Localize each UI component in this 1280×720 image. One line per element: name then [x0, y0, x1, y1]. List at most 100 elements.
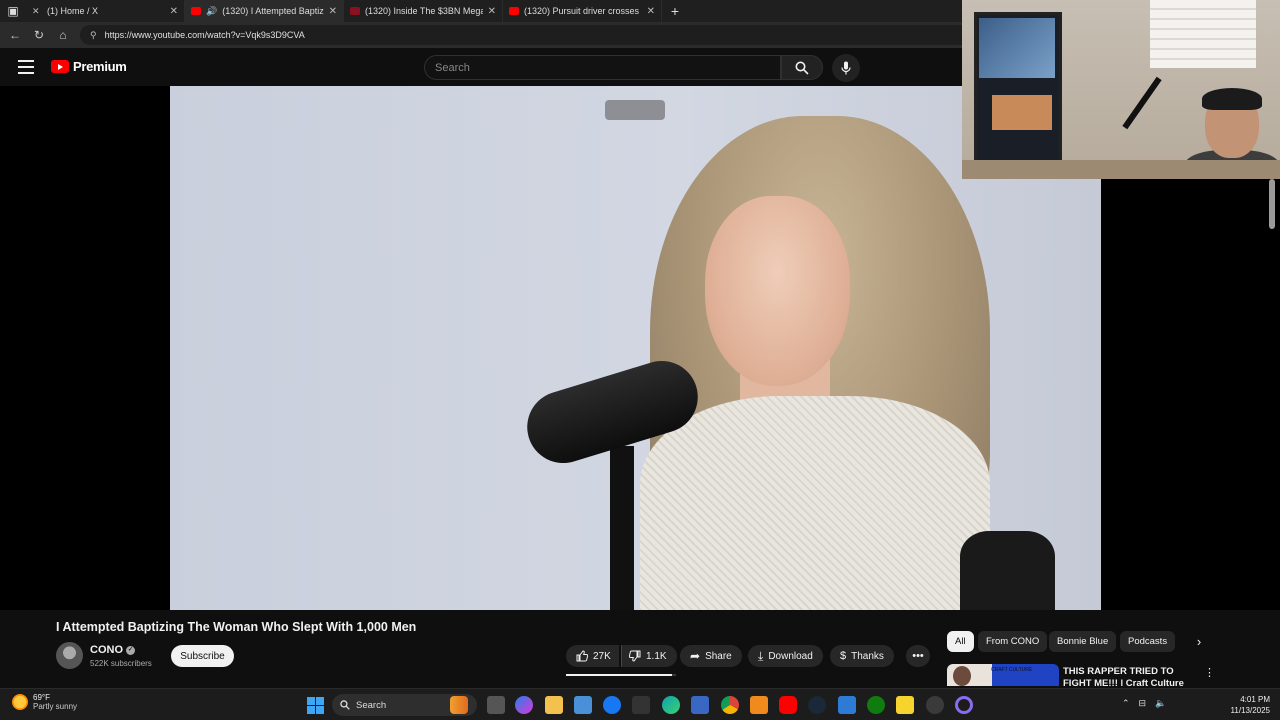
monitor-screen — [979, 18, 1055, 78]
video-person-shirt — [640, 396, 990, 610]
url-text: https://www.youtube.com/watch?v=Vqk9s3D9… — [104, 30, 305, 40]
download-button[interactable]: ⤓ Download — [748, 645, 823, 667]
recommendation-title[interactable]: THIS RAPPER TRIED TO FIGHT ME!!! | Craft… — [1063, 666, 1203, 686]
network-icon[interactable]: ⊟ — [1139, 698, 1147, 709]
calculator-icon[interactable] — [691, 696, 709, 714]
recommendation-menu-icon[interactable]: ⋮ — [1204, 666, 1215, 679]
share-button[interactable]: ➦ Share — [680, 645, 742, 667]
system-tray: ⌃ ⊟ 🔈 — [1122, 698, 1166, 709]
youtube-app-icon[interactable] — [779, 696, 797, 714]
clock[interactable]: 4:01 PM 11/13/2025 — [1220, 694, 1270, 716]
partly-sunny-icon — [12, 694, 28, 710]
search-highlight-icon[interactable] — [450, 696, 468, 714]
subscriber-count: 522K subscribers — [90, 659, 152, 668]
close-tab-icon[interactable]: ✕ — [488, 6, 496, 17]
search-input[interactable] — [435, 61, 780, 74]
amazon-icon[interactable] — [632, 696, 650, 714]
thanks-button[interactable]: $ Thanks — [830, 645, 894, 667]
volume-icon[interactable]: 🔈 — [1155, 698, 1166, 709]
tab-youtube-baptizing[interactable]: 🔊 (1320) I Attempted Baptizing ✕ — [185, 0, 344, 22]
chevron-right-icon[interactable]: › — [1190, 633, 1208, 651]
close-tab-icon[interactable]: ✕ — [647, 6, 655, 17]
speaker-icon[interactable]: 🔊 — [206, 6, 217, 17]
microphone-icon — [841, 61, 851, 75]
chevron-up-icon[interactable]: ⌃ — [1122, 698, 1130, 709]
obs-icon[interactable] — [926, 696, 944, 714]
tab-title: (1320) I Attempted Baptizing — [222, 6, 324, 16]
site-info-icon[interactable]: ⚲ — [90, 30, 97, 41]
cortana-icon[interactable] — [955, 696, 973, 714]
facebook-icon[interactable] — [603, 696, 621, 714]
video-mic-stand — [610, 446, 634, 610]
dislike-count: 1.1K — [646, 650, 667, 662]
video-person-face — [705, 196, 850, 386]
close-tab-icon[interactable]: ✕ — [329, 6, 337, 17]
xbox-icon[interactable] — [867, 696, 885, 714]
file-explorer-icon[interactable] — [545, 696, 563, 714]
window-blinds — [1150, 0, 1256, 68]
reload-button[interactable]: ↻ — [28, 24, 50, 46]
download-icon: ⤓ — [758, 648, 764, 663]
page-scrollbar[interactable] — [1268, 179, 1276, 679]
edge-browser-icon[interactable] — [662, 696, 680, 714]
weather-condition: Partly sunny — [33, 702, 78, 711]
more-actions-button[interactable]: ••• — [906, 645, 930, 667]
chip-bonnie-blue[interactable]: Bonnie Blue — [1049, 631, 1117, 652]
back-button[interactable]: ← — [4, 24, 26, 46]
like-button[interactable]: 27K — [566, 645, 619, 667]
thumbs-down-icon — [629, 650, 641, 662]
logo-text: Premium — [73, 59, 127, 74]
task-view-icon[interactable] — [487, 696, 505, 714]
monitor-screen-video — [992, 95, 1052, 130]
chip-all[interactable]: All — [947, 631, 974, 652]
settings-app-icon[interactable] — [838, 696, 856, 714]
search-icon — [795, 61, 809, 75]
share-label: Share — [705, 650, 732, 662]
tab-youtube-pursuit[interactable]: (1320) Pursuit driver crosses into ✕ — [503, 0, 662, 22]
chrome-icon[interactable] — [721, 696, 739, 714]
weather-widget[interactable]: 69°F Partly sunny — [12, 693, 77, 711]
tab-title: (1) Home / X — [47, 6, 99, 16]
like-ratio-fill — [566, 674, 672, 676]
tab-x-home[interactable]: ✕ (1) Home / X ✕ — [26, 0, 185, 22]
search-button[interactable] — [781, 55, 823, 80]
download-label: Download — [768, 650, 813, 662]
mic-arm — [1122, 76, 1162, 130]
window-menu-icon[interactable]: ▣ — [0, 0, 26, 22]
steam-icon[interactable] — [808, 696, 826, 714]
url-field[interactable]: ⚲ https://www.youtube.com/watch?v=Vqk9s3… — [80, 25, 980, 45]
taskbar-search-label: Search — [356, 699, 387, 711]
thumbnail-face — [953, 666, 971, 686]
dislike-button[interactable]: 1.1K — [621, 645, 677, 667]
chip-podcasts[interactable]: Podcasts — [1120, 631, 1176, 652]
store-icon[interactable] — [574, 696, 592, 714]
tab-title: (1320) Inside The $3BN Mega-Lab — [365, 6, 483, 16]
home-button[interactable]: ⌂ — [52, 24, 74, 46]
player-overlay-indicator — [605, 100, 665, 120]
voice-search-button[interactable] — [832, 54, 860, 82]
youtube-premium-logo[interactable]: Premium — [51, 59, 127, 74]
channel-avatar[interactable] — [56, 642, 83, 669]
search-icon — [340, 700, 350, 710]
tab-youtube-mega-lab[interactable]: (1320) Inside The $3BN Mega-Lab ✕ — [344, 0, 503, 22]
new-tab-button[interactable]: + — [662, 3, 688, 19]
notes-icon[interactable] — [896, 696, 914, 714]
youtube-icon — [509, 7, 519, 15]
close-tab-icon[interactable]: ✕ — [170, 6, 178, 17]
scrollbar-thumb[interactable] — [1269, 179, 1275, 229]
subscribe-button[interactable]: Subscribe — [171, 645, 234, 667]
youtube-icon — [191, 7, 201, 15]
chip-from-channel[interactable]: From CONO — [978, 631, 1048, 652]
menu-icon[interactable] — [18, 60, 34, 74]
tab-title: (1320) Pursuit driver crosses into — [524, 6, 642, 16]
thumbs-up-icon — [576, 650, 588, 662]
vlc-icon[interactable] — [750, 696, 768, 714]
screen: ▣ ✕ (1) Home / X ✕ 🔊 (1320) I Attempted … — [0, 0, 1280, 720]
recommendation-thumbnail[interactable]: CRAFT CULTURE — [947, 664, 1059, 686]
like-ratio-bar — [566, 674, 676, 676]
channel-name[interactable]: CONO ✓ — [90, 644, 135, 656]
youtube-play-icon — [51, 60, 69, 73]
copilot-icon[interactable] — [515, 696, 533, 714]
verified-icon: ✓ — [126, 645, 135, 655]
windows-start-icon[interactable] — [307, 697, 324, 714]
